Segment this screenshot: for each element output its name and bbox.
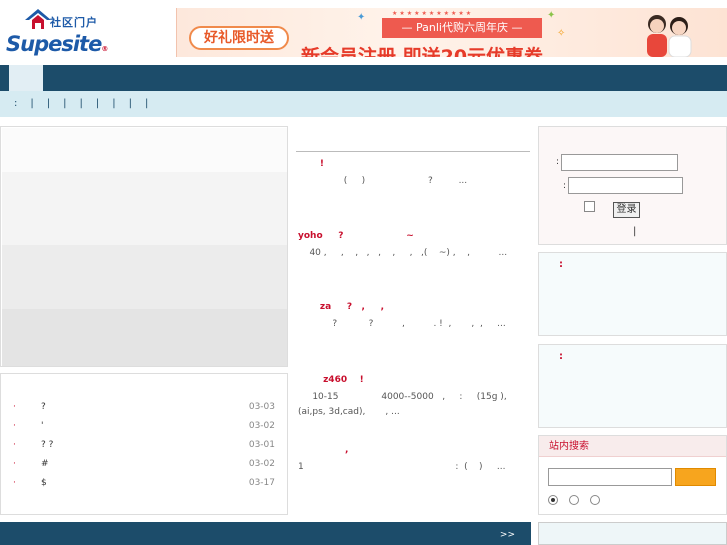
sub-nav-separator: |: [79, 98, 83, 109]
focus-band: [2, 245, 287, 309]
recent-list-panel: ·? 03-03 · ' 03-02 · ? ? 03-01 · #03-02 · $03-17: [0, 373, 288, 515]
focus-band: [2, 172, 287, 245]
banner-gift-label: 好礼限时送: [189, 26, 289, 50]
article-item: za ? , , ? ? , . ! , , , ...: [298, 302, 530, 332]
sub-nav-separator: :: [14, 98, 18, 109]
nav-tab-home[interactable]: [9, 65, 43, 91]
search-type-radio[interactable]: [569, 495, 579, 505]
username-label: :: [556, 157, 560, 167]
list-item-bullet: ·: [13, 402, 16, 412]
list-item-title: ?: [41, 402, 46, 412]
promo-banner[interactable]: ✦ ✦ ✧ ★★★★★★★★★★★ 好礼限时送 — Panli代购六周年庆 — …: [176, 8, 727, 57]
more-link[interactable]: >>: [500, 530, 515, 540]
banner-people-image: [647, 15, 692, 57]
list-item-bullet: ·: [13, 478, 16, 488]
sub-nav-links: : | | | | | | | |: [14, 98, 161, 109]
list-item-date: 03-03: [248, 402, 275, 412]
site-logo[interactable]: 社区门户 Supesite®: [6, 8, 108, 56]
list-item[interactable]: · #03-02: [13, 459, 275, 478]
article-title[interactable]: z460 !: [298, 375, 530, 386]
focus-image-panel[interactable]: [0, 126, 288, 367]
logo-house-icon: [25, 9, 51, 29]
confetti-icon: ✦: [357, 12, 366, 23]
divider: [296, 151, 530, 152]
logo-en-text: Supesite®: [6, 32, 108, 56]
list-item-title: #: [41, 459, 49, 469]
list-item-title: $: [41, 478, 47, 488]
list-item[interactable]: ·? 03-03: [13, 402, 275, 421]
article-summary: 10-15 4000--5000 , : (15g ), (ai,ps, 3d,…: [298, 392, 524, 417]
article-title[interactable]: ,: [298, 445, 530, 456]
list-item[interactable]: · ? ? 03-01: [13, 440, 275, 459]
banner-promo-text: 新会员注册 即送20元优惠券: [301, 46, 544, 57]
list-item-date: 03-02: [248, 459, 275, 469]
info-box-1-title: :: [559, 259, 563, 270]
list-item-date: 03-17: [248, 478, 275, 488]
sub-nav-separator: |: [128, 98, 132, 109]
list-item-bullet: ·: [13, 459, 16, 469]
password-input[interactable]: [568, 177, 683, 194]
main-nav-bar: [0, 65, 727, 91]
logo-cn-text: 社区门户: [50, 16, 98, 29]
list-item-title: ? ?: [41, 440, 54, 450]
info-box-1: :: [538, 252, 727, 336]
sub-nav-separator: |: [30, 98, 34, 109]
site-search-panel: 站内搜索: [538, 435, 727, 515]
list-item-bullet: ·: [13, 421, 16, 431]
article-title[interactable]: za ? , ,: [298, 302, 530, 313]
login-links-divider: |: [633, 226, 637, 237]
confetti-icon: ✦: [547, 10, 556, 21]
article-summary: ( ) ? ...: [298, 176, 468, 186]
article-title[interactable]: !: [298, 159, 530, 170]
focus-band: [2, 128, 287, 172]
article-summary: 1 : ( ) ...: [298, 462, 506, 472]
login-button[interactable]: 登录: [613, 202, 640, 218]
list-item-date: 03-01: [248, 440, 275, 450]
search-type-radio[interactable]: [590, 495, 600, 505]
section-title-bar: >>: [0, 522, 531, 545]
banner-stars: ★★★★★★★★★★★: [392, 10, 474, 17]
search-input[interactable]: [548, 468, 672, 486]
list-item[interactable]: · $03-17: [13, 478, 275, 497]
article-summary: 40 , , , , , , , ,( ~) , , ...: [298, 248, 508, 258]
site-search-title: 站内搜索: [539, 436, 726, 457]
username-input[interactable]: [561, 154, 678, 171]
article-item: yoho ? ~ 40 , , , , , , , ,( ~) , , ...: [298, 231, 530, 261]
list-item-bullet: ·: [13, 440, 16, 450]
info-box-2-title: :: [559, 351, 563, 362]
remember-checkbox[interactable]: [584, 201, 595, 212]
info-box-2: :: [538, 344, 727, 428]
article-summary: ? ? , . ! , , , ...: [298, 319, 506, 329]
article-item: z460 ! 10-15 4000--5000 , : (15g ), (ai,…: [298, 375, 530, 420]
search-button[interactable]: [675, 468, 716, 486]
confetti-icon: ✧: [557, 28, 566, 39]
login-panel: : : 登录 |: [538, 126, 727, 245]
right-section-bar: [538, 522, 727, 545]
article-item: ! ( ) ? ...: [298, 159, 530, 189]
article-item: , 1 : ( ) ...: [298, 445, 530, 475]
focus-band: [2, 309, 287, 366]
article-title[interactable]: yoho ? ~: [298, 231, 530, 242]
recent-list: ·? 03-03 · ' 03-02 · ? ? 03-01 · #03-02 · $03-17: [13, 402, 275, 497]
list-item-title: ': [41, 421, 44, 431]
list-item-date: 03-02: [248, 421, 275, 431]
sub-nav-bar: : | | | | | | | |: [0, 91, 727, 117]
banner-ribbon: — Panli代购六周年庆 —: [382, 18, 542, 38]
sub-nav-separator: |: [112, 98, 116, 109]
password-label: :: [563, 181, 567, 191]
article-column: ! ( ) ? ... yoho ? ~ 40 , , , , , , , ,( …: [296, 126, 530, 506]
sub-nav-separator: |: [95, 98, 100, 109]
search-type-radio[interactable]: [548, 495, 558, 505]
list-item[interactable]: · ' 03-02: [13, 421, 275, 440]
sub-nav-separator: |: [63, 98, 67, 109]
sub-nav-separator: |: [46, 98, 51, 109]
sub-nav-separator: |: [145, 98, 149, 109]
